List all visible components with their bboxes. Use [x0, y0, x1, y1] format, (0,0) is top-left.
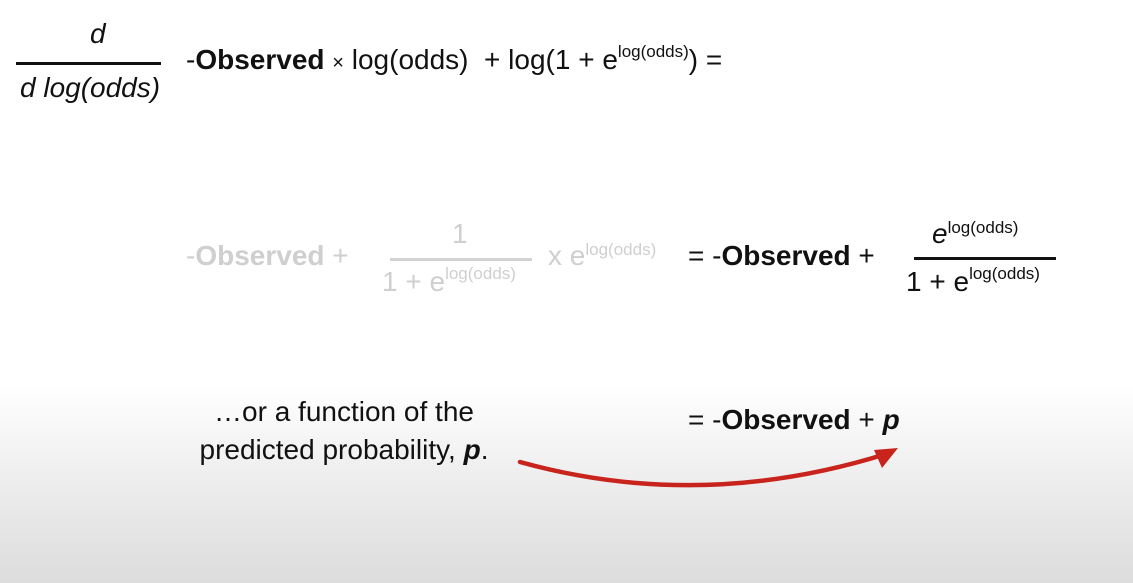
- row2-lhs-neg: -: [186, 240, 196, 271]
- row2-times-e: x e: [548, 240, 586, 271]
- row1-logodds: log(odds): [351, 44, 469, 75]
- row2-frac1-bar: [390, 258, 532, 261]
- row2-frac2-den-base: 1 + e: [906, 266, 970, 297]
- row2-rhs-plus: +: [858, 240, 875, 271]
- derivative-fraction-bar: [16, 62, 161, 65]
- row2-frac2-den-exp: log(odds): [969, 264, 1040, 283]
- caption-period: .: [480, 434, 489, 465]
- caption-line2: predicted probability, p.: [164, 431, 524, 469]
- caption-line1: …or a function of the: [214, 396, 474, 427]
- row2-lhs: -Observed +: [186, 240, 349, 272]
- derivative-numerator: d: [90, 18, 106, 49]
- row1-close-eq: ) =: [688, 44, 723, 75]
- row1-neg: -: [186, 44, 196, 75]
- arrow-head: [874, 448, 898, 468]
- row2-times-exp: x elog(odds): [548, 240, 656, 272]
- row2-frac1-den-exp: log(odds): [445, 264, 516, 283]
- row2-rhs-observed: Observed: [721, 240, 851, 271]
- row2-times-exponent: log(odds): [585, 240, 657, 259]
- derivative-denominator: d log(odds): [20, 72, 161, 103]
- row2-eq: =: [688, 240, 705, 271]
- row3-observed: Observed: [721, 404, 851, 435]
- caption-line2-text: predicted probability,: [199, 434, 456, 465]
- arrow-shaft: [517, 451, 889, 488]
- row2-frac2-num-exp: log(odds): [947, 218, 1019, 237]
- row2-frac2-num-base: e: [932, 218, 948, 249]
- row1-expression: -Observed × log(odds) + log(1 + elog(odd…: [186, 42, 723, 76]
- row2-frac2-bar: [914, 257, 1056, 260]
- row2-frac1-numerator: 1: [452, 218, 468, 249]
- row3-p: p: [882, 404, 900, 435]
- row1-observed: Observed: [195, 44, 325, 75]
- row1-exponent: log(odds): [617, 42, 689, 61]
- curved-arrow-icon: [517, 448, 898, 488]
- row2-lhs-plus: +: [332, 240, 349, 271]
- caption: …or a function of the predicted probabil…: [164, 393, 524, 469]
- row1-times: ×: [332, 52, 344, 74]
- row3-eq: =: [688, 404, 705, 435]
- row2-rhs: = -Observed +: [688, 240, 875, 272]
- row2-frac2-numerator: elog(odds): [932, 218, 1018, 250]
- row2-frac2-denominator: 1 + elog(odds): [906, 264, 1040, 298]
- row1-plus-log: + log(1 + e: [484, 44, 618, 75]
- row2-lhs-observed: Observed: [195, 240, 325, 271]
- row2-frac1-den-base: 1 + e: [382, 266, 446, 297]
- row3-result: = -Observed + p: [688, 404, 900, 436]
- row3-plus: +: [858, 404, 875, 435]
- row2-frac1-denominator: 1 + elog(odds): [382, 264, 516, 298]
- caption-p: p: [463, 434, 481, 465]
